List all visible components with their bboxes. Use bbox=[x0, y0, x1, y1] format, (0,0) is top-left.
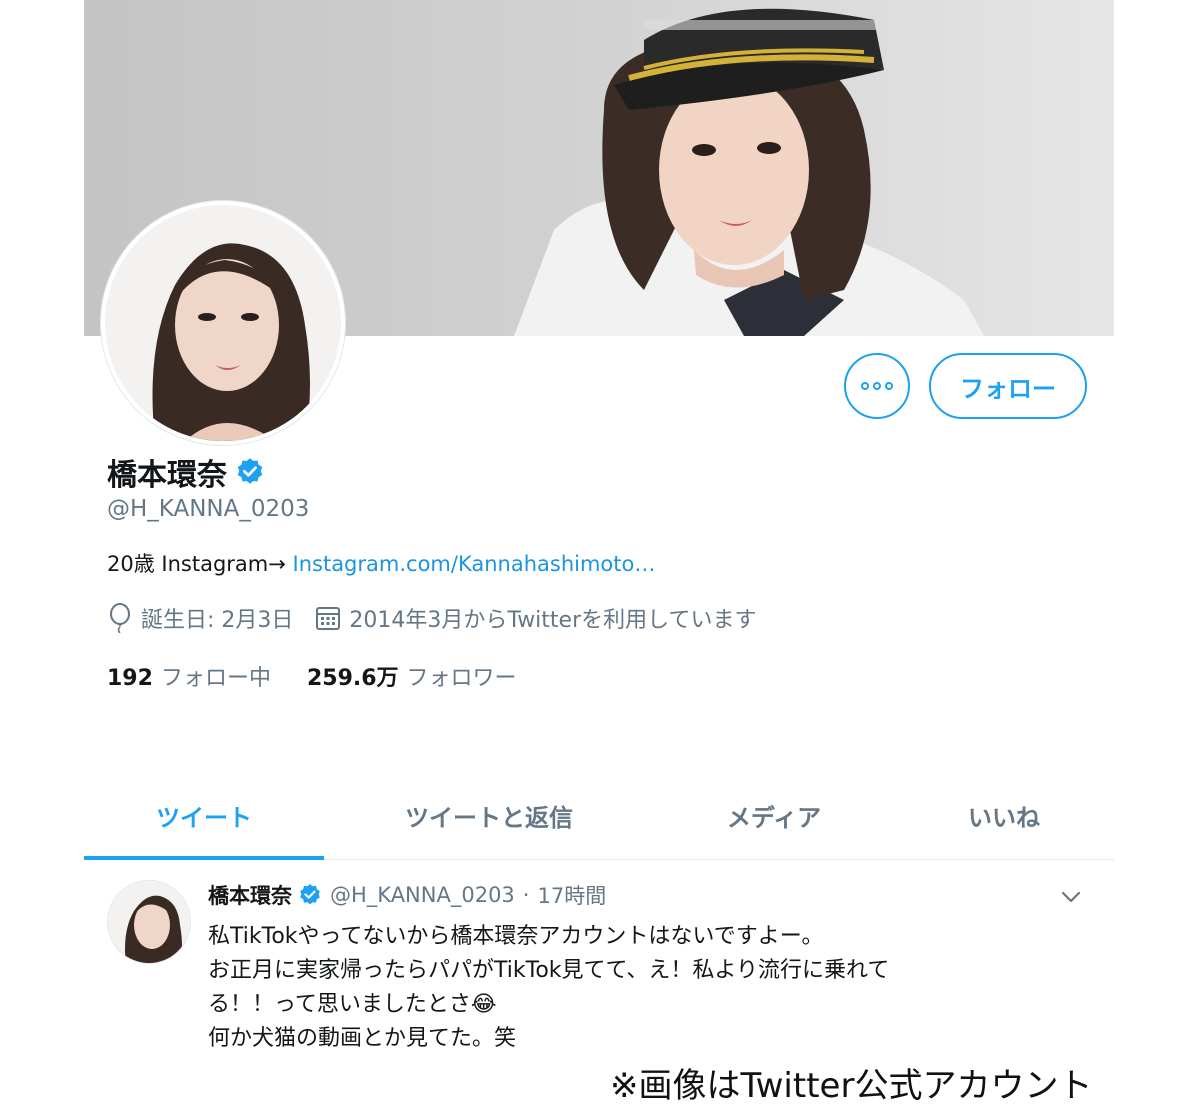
profile-stats: 192 フォロー中 259.6万 フォロワー bbox=[107, 660, 553, 692]
tab-media[interactable]: メディア bbox=[684, 798, 864, 833]
following-count: 192 bbox=[107, 666, 153, 691]
tab-tweets[interactable]: ツイート bbox=[84, 798, 324, 833]
calendar-icon bbox=[316, 607, 341, 630]
tweet-avatar-photo bbox=[108, 881, 190, 963]
verified-icon bbox=[300, 884, 320, 905]
tweet-author-name[interactable]: 橋本環奈 bbox=[208, 880, 292, 910]
more-icon bbox=[859, 382, 895, 390]
tweet-text: 私TikTokやってないから橋本環奈アカウントはないですよー。 お正月に実家帰っ… bbox=[208, 920, 1088, 1056]
profile-page: フォロー 橋本環奈 @H_KANNA_0203 20歳 Instagram→ I… bbox=[84, 0, 1114, 1056]
tweet-line: 私TikTokやってないから橋本環奈アカウントはないですよー。 bbox=[208, 924, 824, 949]
profile-name-row: 橋本環奈 bbox=[107, 450, 265, 494]
following-stat[interactable]: 192 フォロー中 bbox=[107, 660, 271, 692]
follow-button[interactable]: フォロー bbox=[929, 353, 1087, 419]
profile-handle: @H_KANNA_0203 bbox=[107, 496, 310, 522]
tweet-line: る！！って思いましたとさ😂 bbox=[208, 992, 497, 1017]
tweet-separator: · bbox=[522, 883, 530, 907]
profile-bio: 20歳 Instagram→ Instagram.com/Kannahashim… bbox=[107, 548, 655, 578]
tweet-avatar[interactable] bbox=[107, 880, 191, 964]
verified-icon bbox=[237, 458, 263, 484]
profile-meta: 誕生日: 2月3日 2014年3月からTwitterを利用しています bbox=[107, 602, 778, 634]
tweet-timestamp[interactable]: 17時間 bbox=[537, 880, 606, 910]
tweet-line: お正月に実家帰ったらパパがTikTok見てて、え！私より流行に乗れて bbox=[208, 958, 890, 983]
tweet-author-handle[interactable]: @H_KANNA_0203 bbox=[330, 883, 515, 907]
tab-tweets-and-replies[interactable]: ツイートと返信 bbox=[364, 798, 614, 833]
image-credit-caption: ※画像はTwitter公式アカウント bbox=[610, 1066, 1093, 1104]
tweet-header: 橋本環奈 @H_KANNA_0203 · 17時間 bbox=[208, 880, 606, 910]
followers-label: フォロワー bbox=[406, 666, 517, 691]
joined-text: 2014年3月からTwitterを利用しています bbox=[349, 608, 757, 633]
birthday-text: 誕生日: 2月3日 bbox=[141, 608, 294, 633]
birthday-item: 誕生日: 2月3日 bbox=[107, 602, 293, 634]
bio-link[interactable]: Instagram.com/Kannahashimoto… bbox=[293, 552, 656, 576]
chevron-down-icon[interactable] bbox=[1059, 885, 1083, 909]
followers-stat[interactable]: 259.6万 フォロワー bbox=[307, 660, 517, 692]
followers-count: 259.6万 bbox=[306, 666, 399, 691]
birthday-balloon-icon bbox=[110, 603, 130, 633]
profile-tabs: ツイート ツイートと返信 メディア いいね bbox=[84, 770, 1114, 860]
bio-text: 20歳 Instagram→ bbox=[107, 552, 293, 576]
following-label: フォロー中 bbox=[160, 666, 271, 691]
joined-item: 2014年3月からTwitterを利用しています bbox=[315, 602, 756, 634]
profile-avatar[interactable] bbox=[100, 200, 346, 446]
tweet-line: 何か犬猫の動画とか見てた。笑 bbox=[208, 1026, 517, 1051]
profile-display-name: 橋本環奈 bbox=[107, 458, 227, 493]
active-tab-indicator bbox=[84, 856, 324, 860]
more-options-button[interactable] bbox=[844, 353, 910, 419]
tab-likes[interactable]: いいね bbox=[924, 798, 1084, 833]
avatar-photo bbox=[105, 205, 341, 441]
